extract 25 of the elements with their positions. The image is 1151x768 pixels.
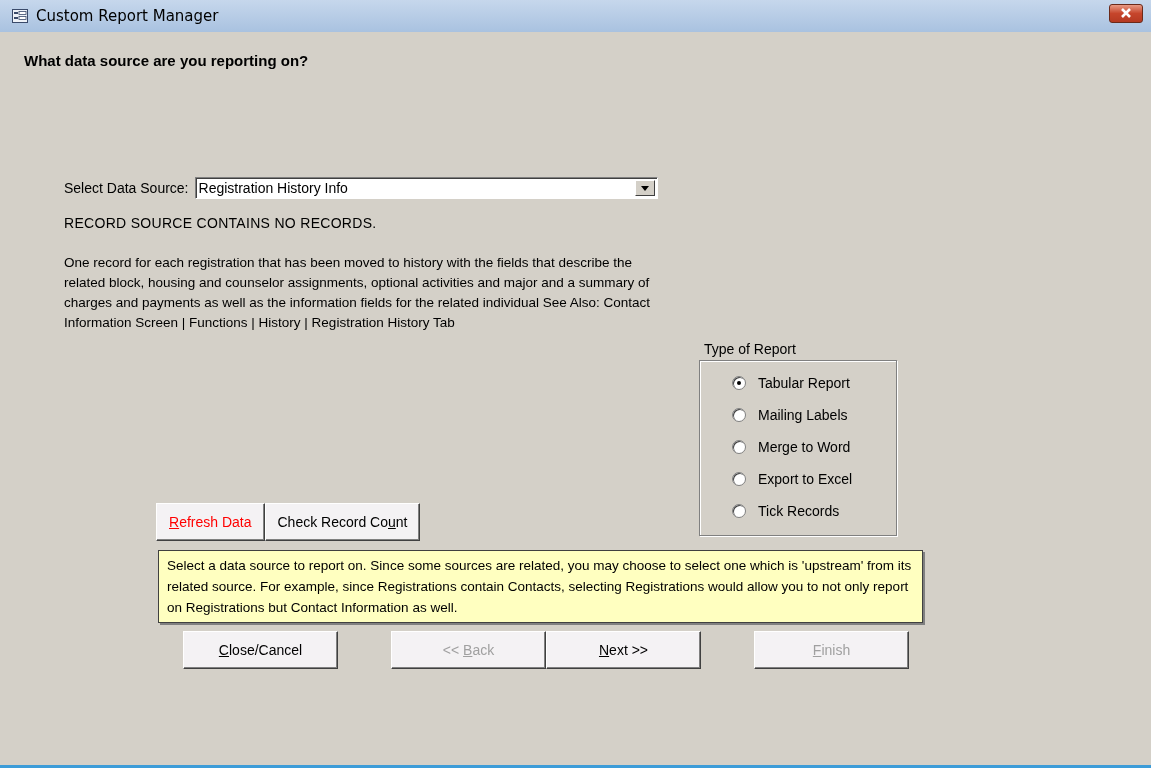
help-tooltip: Select a data source to report on. Since some sources are related, you may choose to select one which is 'upstream' from its related source. For example, since Registrations contain Contacts, selecting Registrations would allow you to not only report on Registrations but Contact Information as well.: [158, 550, 923, 623]
radio-label[interactable]: Tick Records: [758, 503, 840, 519]
nav-button[interactable]: Next >>: [546, 631, 701, 669]
radio-label[interactable]: Mailing Labels: [758, 407, 848, 423]
close-button[interactable]: [1109, 3, 1143, 23]
data-source-label: Select Data Source:: [64, 180, 189, 196]
radio-button[interactable]: [732, 472, 746, 486]
radio-button[interactable]: [732, 440, 746, 454]
radio-label[interactable]: Tabular Report: [758, 375, 850, 391]
close-icon: [1119, 8, 1133, 18]
description-text: One record for each registration that has been moved to history with the fields that describe the related block, housing and counselor assignments, optional activities and major and a summary of charges and payments as well as the information fields for the related individual See Also: Contact Information Screen | Functions | History | Registration History Tab: [64, 254, 652, 332]
data-source-dropdown[interactable]: Registration History Info: [194, 177, 658, 199]
page-heading: What data source are you reporting on?: [24, 52, 310, 69]
radio-label[interactable]: Export to Excel: [758, 471, 853, 487]
nav-button[interactable]: Close/Cancel: [183, 631, 338, 669]
radio-label[interactable]: Merge to Word: [758, 439, 851, 455]
radio-button[interactable]: [732, 504, 746, 518]
radio-button[interactable]: [732, 376, 746, 390]
window-title: Custom Report Manager: [36, 7, 220, 25]
group-label: Type of Report: [704, 341, 797, 357]
radio-button[interactable]: [732, 408, 746, 422]
record-status: RECORD SOURCE CONTAINS NO RECORDS.: [64, 215, 378, 231]
toolbar-button[interactable]: Refresh Data: [156, 503, 265, 541]
form-icon: [12, 9, 28, 23]
toolbar-button[interactable]: Check Record Count: [264, 503, 421, 541]
